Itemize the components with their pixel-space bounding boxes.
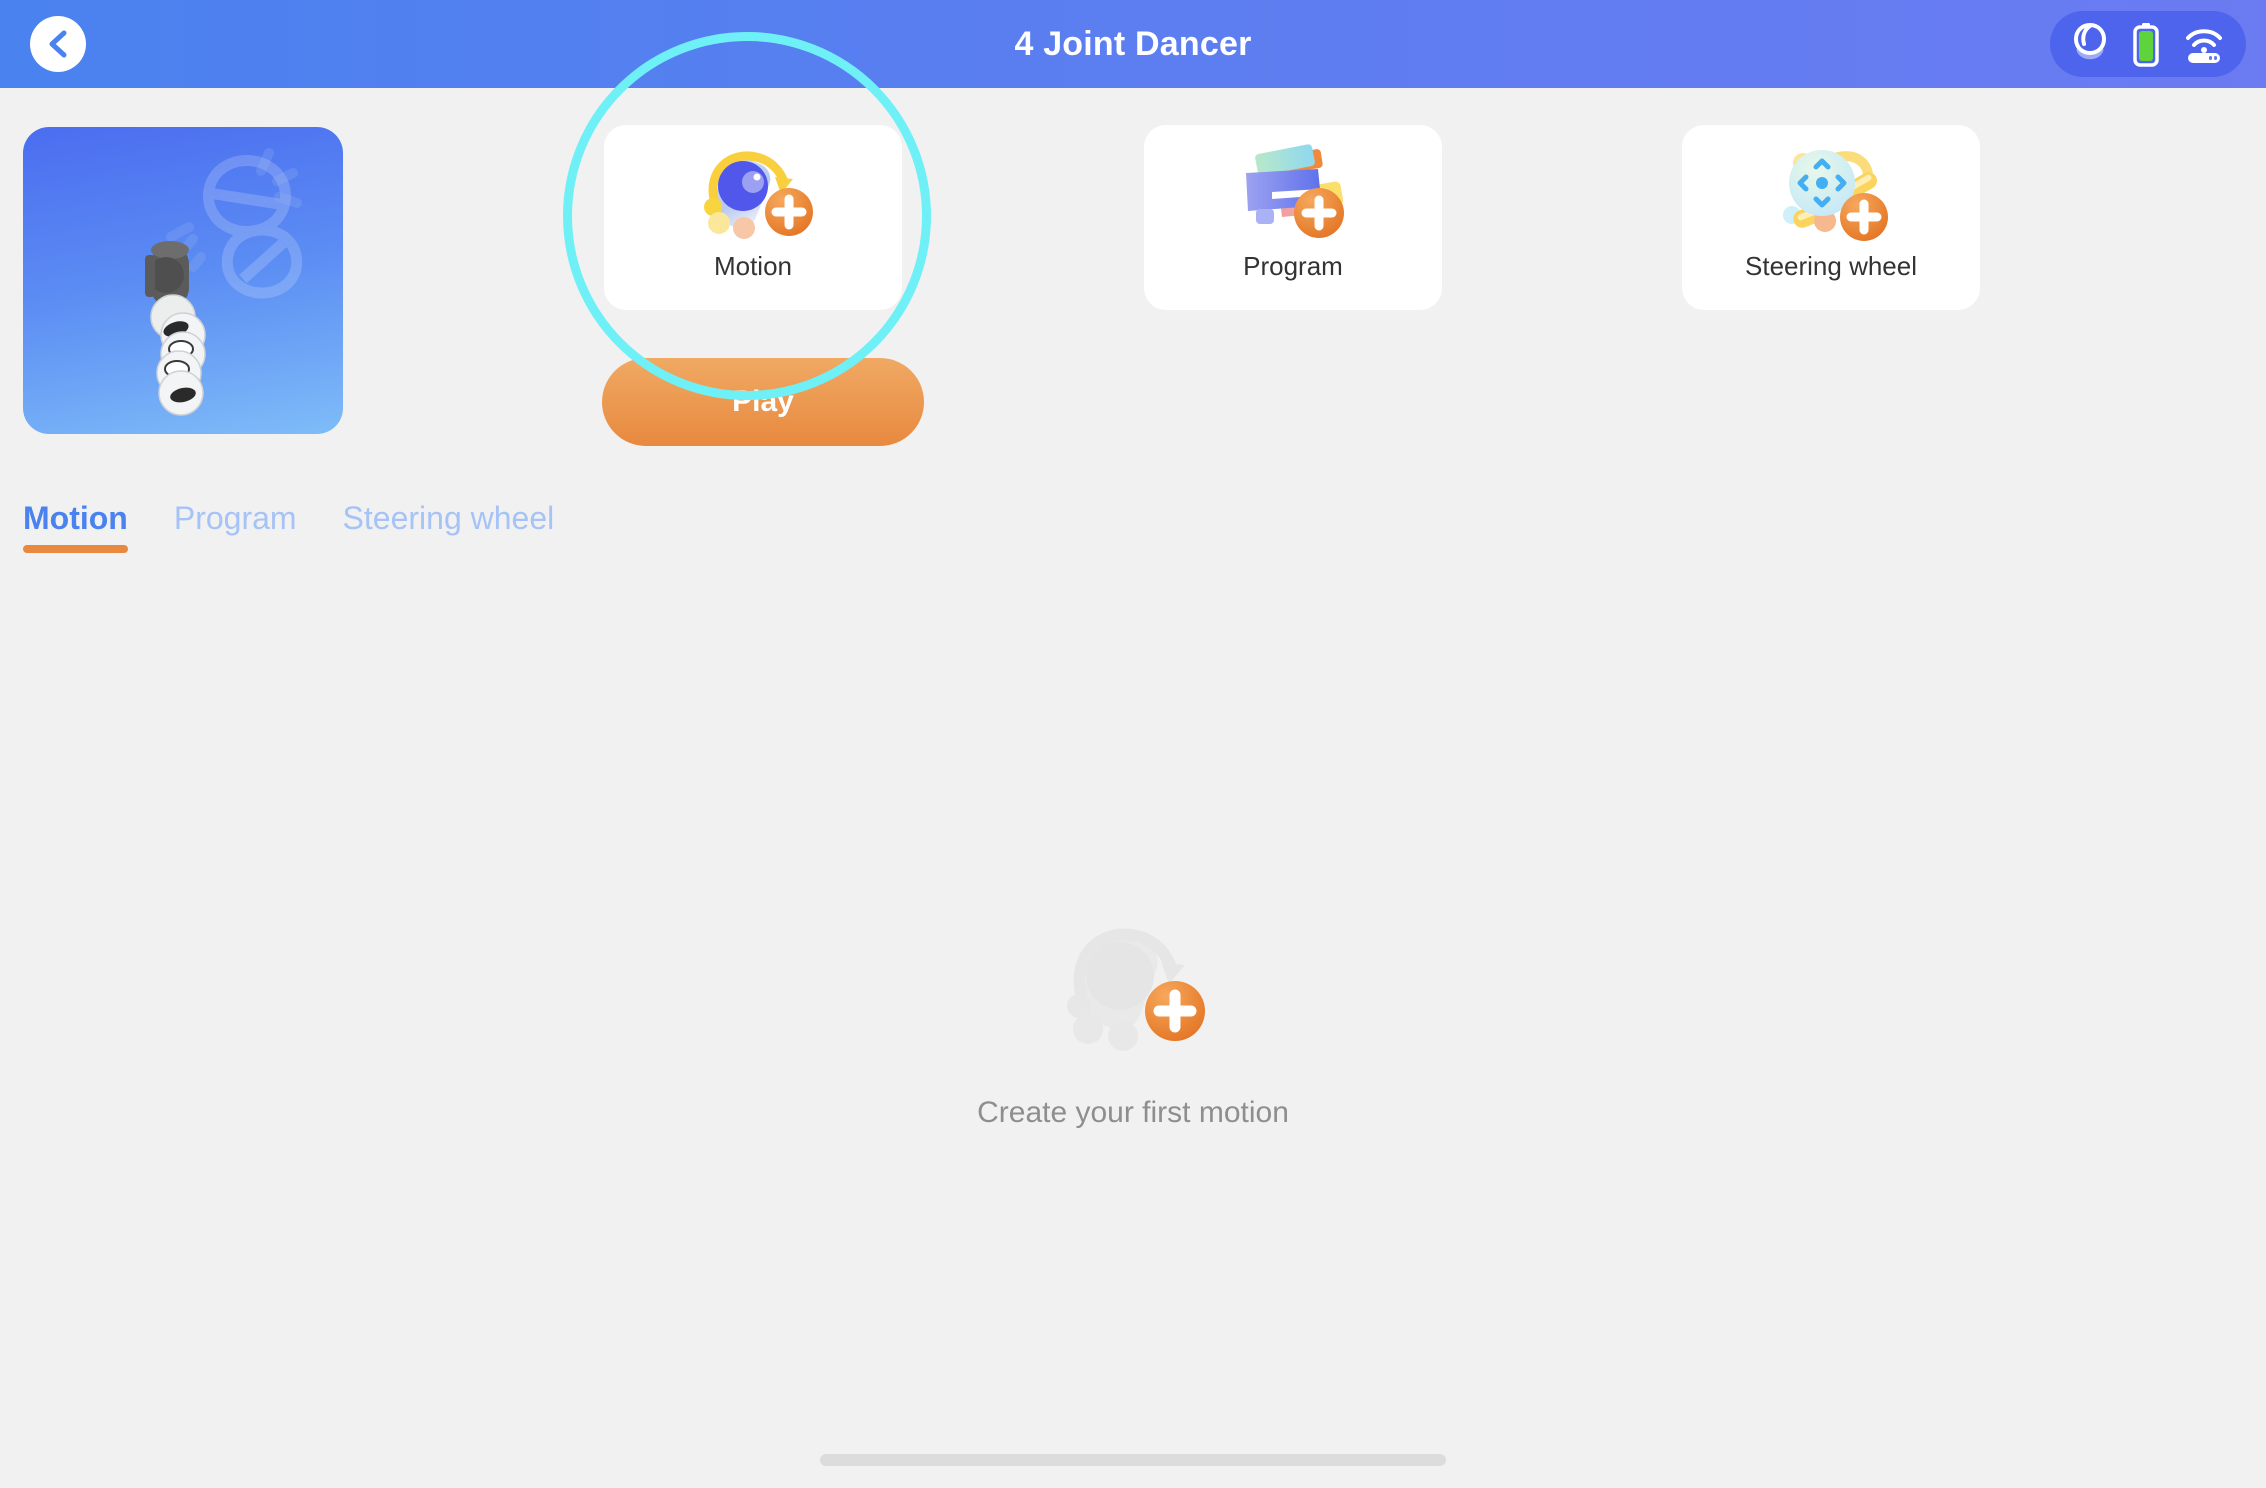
tab-program[interactable]: Program bbox=[174, 500, 297, 559]
play-button[interactable]: Play bbox=[602, 358, 924, 446]
robot-arm-thumbnail[interactable] bbox=[23, 127, 343, 434]
battery-full-icon bbox=[2132, 21, 2160, 67]
tab-label: Steering wheel bbox=[342, 500, 555, 536]
program-add-icon bbox=[1218, 137, 1368, 249]
robot-device-icon bbox=[2070, 21, 2110, 67]
tab-motion[interactable]: Motion bbox=[23, 500, 128, 559]
empty-state: Create your first motion bbox=[0, 910, 2266, 1130]
status-indicator-cluster bbox=[2050, 11, 2246, 77]
wifi-router-icon bbox=[2182, 22, 2226, 66]
motion-add-placeholder-icon[interactable] bbox=[1033, 910, 1233, 1070]
app-root: 4 Joint Dancer Motion Program Steering w… bbox=[0, 0, 2266, 1488]
motion-add-icon bbox=[678, 137, 828, 249]
page-title: 4 Joint Dancer bbox=[1014, 25, 1252, 63]
tab-active-underline bbox=[23, 545, 128, 553]
action-card-steering-wheel[interactable]: Steering wheel bbox=[1682, 125, 1980, 310]
steering-wheel-add-icon bbox=[1756, 137, 1906, 249]
action-card-label: Motion bbox=[713, 251, 793, 281]
tab-bar: Motion Program Steering wheel bbox=[23, 500, 554, 559]
empty-state-text: Create your first motion bbox=[977, 1096, 1289, 1129]
play-button-label: Play bbox=[732, 385, 794, 418]
action-card-program[interactable]: Program bbox=[1144, 125, 1442, 310]
tab-steering-wheel[interactable]: Steering wheel bbox=[343, 500, 555, 559]
top-bar: 4 Joint Dancer bbox=[0, 0, 2266, 88]
action-card-label: Steering wheel bbox=[1745, 251, 1917, 281]
tab-label: Program bbox=[173, 500, 297, 536]
action-card-label: Program bbox=[1243, 251, 1343, 281]
home-indicator[interactable] bbox=[820, 1454, 1446, 1466]
tab-label: Motion bbox=[23, 500, 128, 536]
action-card-motion[interactable]: Motion bbox=[604, 125, 902, 310]
